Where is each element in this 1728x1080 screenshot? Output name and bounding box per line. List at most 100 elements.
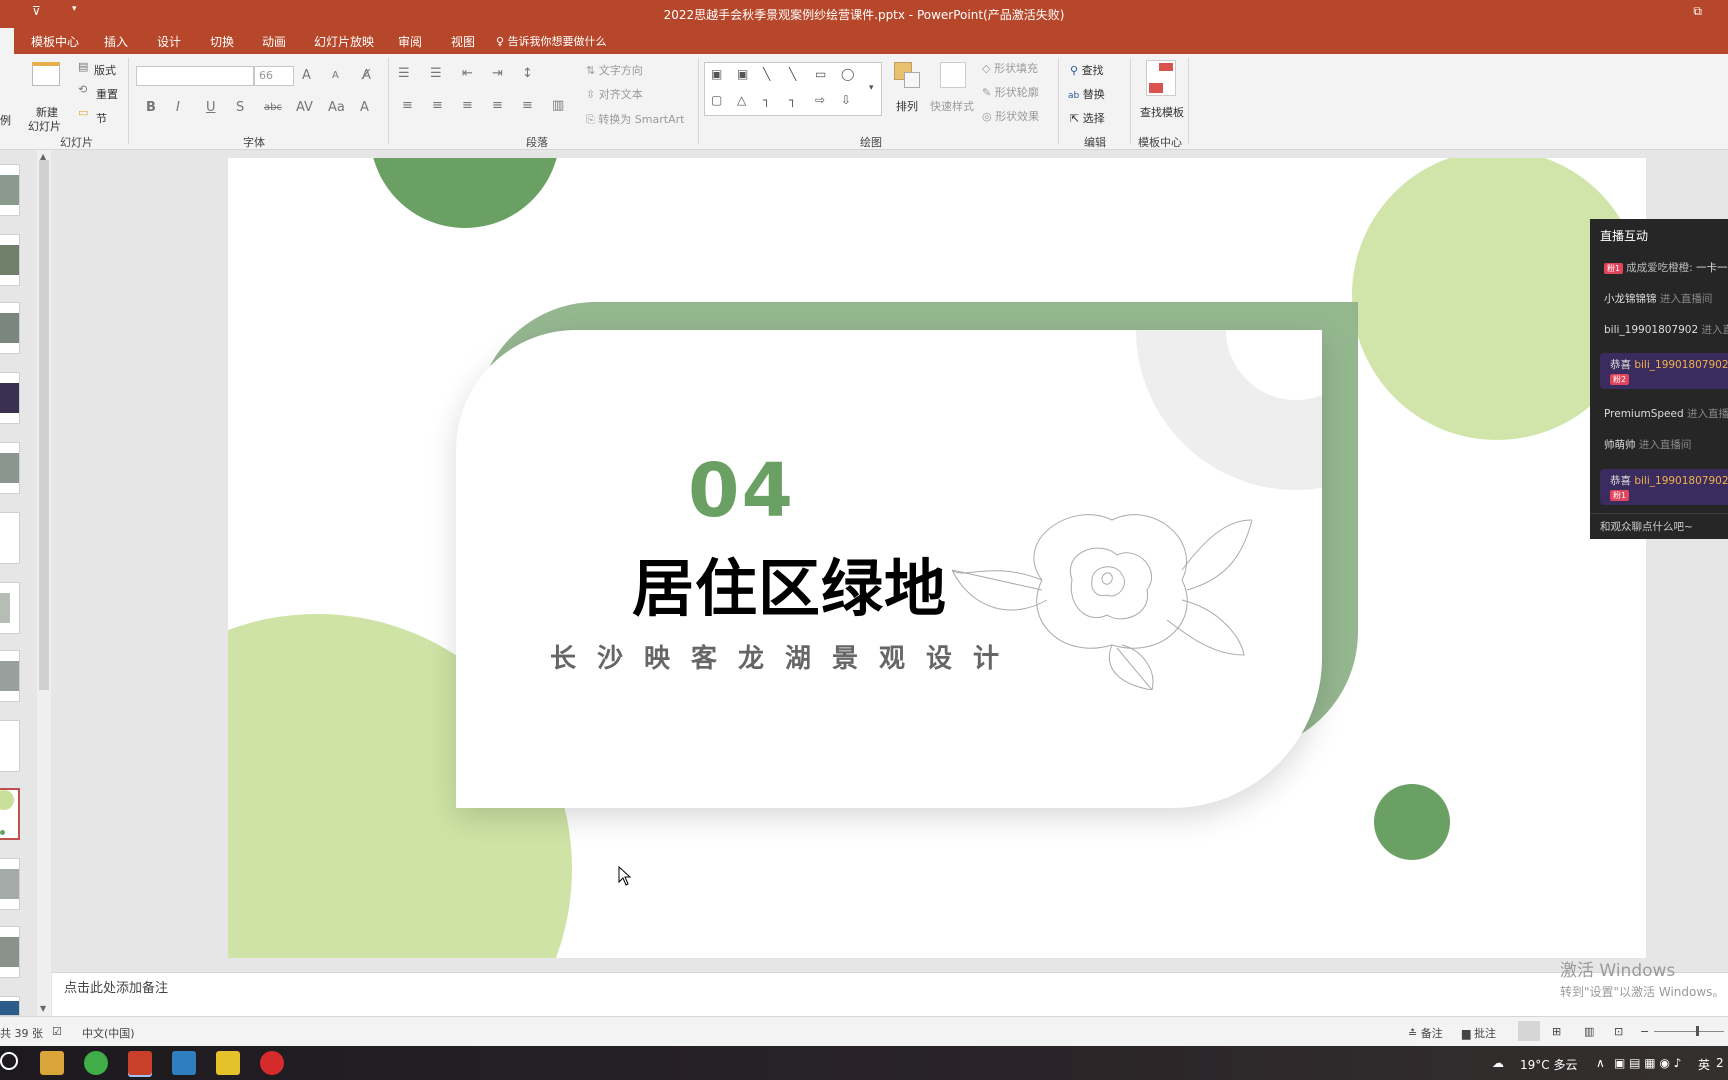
shrink-font-icon[interactable]: A [332,70,339,81]
line-spacing-icon[interactable]: ↕ [522,66,533,81]
oval-shape-icon[interactable]: ◯ [841,67,854,81]
bullets-icon[interactable]: ☰ [398,66,410,81]
browser-icon[interactable] [84,1051,108,1075]
slide-editing-area[interactable]: 04 居住区绿地 长沙映客龙湖景观设计 [52,150,1728,972]
slide-sorter-icon[interactable]: ⊞ [1552,1025,1561,1038]
reset-button[interactable]: 重置 [96,86,118,102]
right-arrow-shape-icon[interactable]: ⇨ [815,93,825,107]
language-indicator[interactable]: 中文(中国) [82,1025,135,1041]
find-button[interactable]: ⚲ 查找 [1070,62,1104,78]
slide-thumbnail[interactable] [0,996,20,1016]
arrange-button[interactable]: 排列 [892,60,926,124]
spellcheck-icon[interactable]: ☑ [52,1025,62,1038]
slide[interactable]: 04 居住区绿地 长沙映客龙湖景观设计 [228,158,1646,958]
weather-cloud-icon[interactable]: ☁ [1492,1056,1504,1070]
tab-template-center[interactable]: 模板中心 [31,33,79,50]
slide-subtitle[interactable]: 长沙映客龙湖景观设计 [550,646,1020,672]
justify-icon[interactable]: ≡ [492,98,503,113]
select-button[interactable]: ⇱ 选择 [1070,110,1105,126]
align-center-icon[interactable]: ≡ [432,98,443,113]
slide-thumbnail[interactable] [0,164,20,216]
underline-icon[interactable]: U [206,100,216,115]
convert-smartart-button[interactable]: ⎘ 转换为 SmartArt [586,111,684,127]
tab-slideshow[interactable]: 幻灯片放映 [314,33,374,50]
char-spacing-icon[interactable]: AV [296,100,313,115]
slide-thumbnail[interactable] [0,582,20,634]
tray-expand-icon[interactable]: ∧ [1596,1056,1605,1070]
shadow-icon[interactable]: S [236,100,244,115]
distributed-icon[interactable]: ≡ [522,98,533,113]
slide-thumbnail[interactable] [0,302,20,354]
down-arrow-shape-icon[interactable]: ⇩ [841,93,851,107]
section-button[interactable]: 节 [96,110,107,126]
scrollbar-thumb[interactable] [39,160,49,690]
tab-animations[interactable]: 动画 [262,33,286,50]
tab-design[interactable]: 设计 [157,33,181,50]
new-slide-button[interactable]: 新建 幻灯片 [28,60,64,133]
notes-pane[interactable]: 点击此处添加备注 [52,972,1728,1016]
normal-view-icon[interactable] [1518,1021,1540,1041]
triangle-shape-icon[interactable]: △ [737,93,746,107]
comments-button[interactable]: ▆ 批注 [1462,1025,1496,1041]
ime-indicator[interactable]: 英 [1698,1056,1710,1073]
gallery-more-icon[interactable]: ▾ [869,83,874,93]
layout-button[interactable]: 版式 [94,62,116,78]
replace-button[interactable]: ab 替换 [1068,86,1105,102]
shape-effects-button[interactable]: ◎ 形状效果 [982,108,1039,124]
quick-styles-button[interactable]: 快速样式 [928,60,976,124]
find-template-button[interactable]: 查找模板 [1138,58,1186,130]
tab-transitions[interactable]: 切换 [210,33,234,50]
columns-icon[interactable]: ▥ [552,98,564,113]
slide-thumbnail[interactable] [0,234,20,286]
slide-title[interactable]: 居住区绿地 [632,558,947,620]
reading-view-icon[interactable]: ▥ [1584,1025,1594,1038]
elbow-connector-icon[interactable]: ┐ [763,93,770,107]
bold-icon[interactable]: B [146,100,156,115]
zoom-slider[interactable] [1654,1026,1724,1036]
change-case-icon[interactable]: Aa [328,100,345,115]
slide-thumbnail[interactable] [0,372,20,424]
slide-thumbnail[interactable] [0,858,20,910]
numbering-icon[interactable]: ☰ [430,66,442,81]
decrease-indent-icon[interactable]: ⇤ [462,66,473,81]
thumbnail-scrollbar[interactable]: ▲ ▼ [37,150,51,1016]
increase-indent-icon[interactable]: ⇥ [492,66,503,81]
notes-toggle-button[interactable]: ≛ 备注 [1408,1025,1443,1041]
music-app-icon[interactable] [216,1051,240,1075]
font-color-icon[interactable]: A [360,100,369,115]
shape-outline-button[interactable]: ✎ 形状轮廓 [982,84,1039,100]
tray-icons[interactable]: ▣ ▤ ▦ ◉ ♪ [1614,1056,1681,1070]
grow-font-icon[interactable]: A [302,68,311,83]
align-text-button[interactable]: ⇳ 对齐文本 [586,86,643,102]
slide-thumbnail[interactable] [0,926,20,978]
slide-number[interactable]: 04 [688,454,795,528]
tab-view[interactable]: 视图 [451,33,475,50]
elbow-arrow-connector-icon[interactable]: ┐ [789,93,796,107]
shape-fill-button[interactable]: ◇ 形状填充 [982,60,1038,76]
tell-me-box[interactable]: ♀ 告诉我你想要做什么 [496,33,607,49]
netease-music-icon[interactable] [260,1051,284,1075]
rectangle-shape-icon[interactable]: ▭ [815,67,826,81]
slide-thumbnail[interactable] [0,650,20,702]
scroll-down-icon[interactable]: ▼ [40,1004,46,1013]
tab-home-partial[interactable] [0,28,14,54]
arrow-line-shape-icon[interactable]: ╲ [789,67,796,81]
text-direction-button[interactable]: ⇅ 文字方向 [586,62,643,78]
strikethrough-icon[interactable]: abc [264,102,282,113]
zoom-slider-thumb[interactable] [1696,1026,1699,1036]
font-name-input[interactable] [136,66,254,86]
slide-thumbnail[interactable] [0,442,20,494]
file-explorer-icon[interactable] [40,1051,64,1075]
align-left-icon[interactable]: ≡ [402,98,413,113]
search-circle-icon[interactable] [0,1052,18,1070]
shapes-gallery[interactable]: ▣ ▣ ╲ ╲ ▭ ◯ ▢ △ ┐ ┐ ⇨ ⇩ ▾ [704,62,882,116]
align-right-icon[interactable]: ≡ [462,98,473,113]
line-shape-icon[interactable]: ╲ [763,67,770,81]
font-size-input[interactable]: 66 [254,66,294,86]
weather-text[interactable]: 19°C 多云 [1520,1056,1577,1073]
powerpoint-icon[interactable] [128,1051,152,1075]
slide-thumbnail[interactable] [0,720,20,772]
textbox-shape-icon[interactable]: ▣ [711,67,722,81]
tab-insert[interactable]: 插入 [104,33,128,50]
clear-format-icon[interactable]: A̸ [362,68,371,83]
